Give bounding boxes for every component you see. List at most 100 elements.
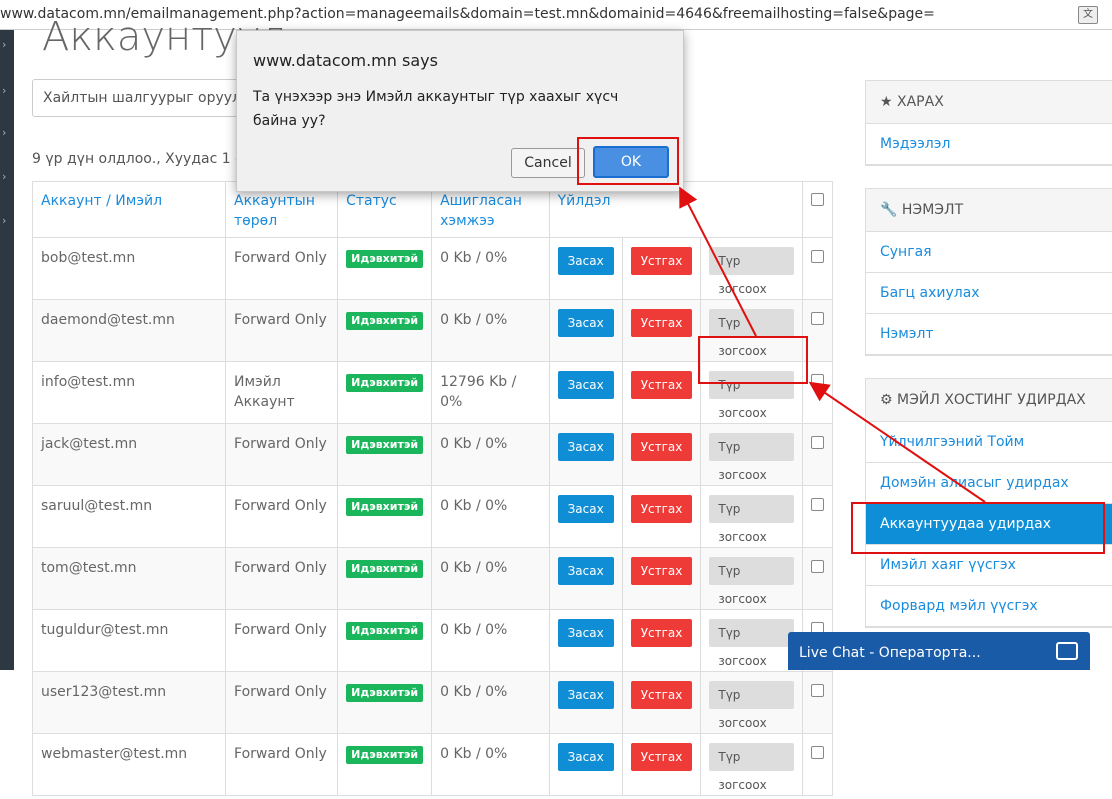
cancel-button[interactable]: Cancel [511, 148, 585, 178]
pause-button[interactable]: Түр зогсоох [709, 247, 794, 296]
sidebar-item-domain-alias[interactable]: Домэйн алиасыг удирдах [866, 463, 1112, 504]
email-cell: daemond@test.mn [31, 299, 227, 362]
email-cell: saruul@test.mn [31, 485, 227, 548]
row-checkbox[interactable] [810, 436, 824, 449]
sidebar-item-info[interactable]: Мэдээлэл [866, 124, 1112, 165]
email-cell: user123@test.mn [31, 671, 227, 734]
edit-button[interactable]: Засах [557, 433, 614, 461]
email-cell: tom@test.mn [31, 547, 227, 610]
live-chat-bar[interactable]: Live Chat - Оператортa... [788, 632, 1090, 670]
status-cell: Идэвхитэй [337, 547, 433, 610]
translate-icon[interactable]: 文 [1078, 6, 1098, 24]
status-badge: Идэвхитэй [346, 622, 424, 640]
star-icon: ★ [880, 94, 893, 110]
edit-button[interactable]: Засах [557, 309, 614, 337]
pause-button[interactable]: Түр зогсоох [709, 619, 794, 668]
live-chat-label: Live Chat - Оператортa... [799, 645, 981, 661]
left-nav-strip: › › › › › [0, 30, 14, 670]
chevron-right-icon[interactable]: › [2, 214, 6, 227]
status-cell: Идэвхитэй [337, 485, 433, 548]
status-cell: Идэвхитэй [337, 671, 433, 734]
pause-button[interactable]: Түр зогсоох [709, 557, 794, 606]
chevron-right-icon[interactable]: › [2, 126, 6, 139]
pause-button[interactable]: Түр зогсоох [709, 309, 794, 358]
delete-button[interactable]: Устгах [630, 309, 693, 337]
pause-button[interactable]: Түр зогсоох [709, 495, 794, 544]
status-cell: Идэвхитэй [337, 361, 433, 424]
delete-button[interactable]: Устгах [630, 681, 693, 709]
row-checkbox[interactable] [810, 374, 824, 387]
edit-button[interactable]: Засах [557, 557, 614, 585]
status-badge: Идэвхитэй [346, 250, 424, 268]
edit-button[interactable]: Засах [557, 247, 614, 275]
search-box[interactable] [32, 79, 273, 117]
edit-button[interactable]: Засах [557, 681, 614, 709]
edit-button[interactable]: Засах [557, 495, 614, 523]
usage-cell: 0 Kb / 0% [431, 733, 550, 796]
ok-button[interactable]: OK [593, 146, 669, 178]
delete-button[interactable]: Устгах [630, 371, 693, 399]
email-cell: webmaster@test.mn [31, 733, 227, 796]
col-account-header[interactable]: Аккаунт / Имэйл [31, 181, 227, 238]
usage-cell: 0 Kb / 0% [431, 609, 550, 672]
status-badge: Идэвхитэй [346, 374, 424, 392]
delete-button[interactable]: Устгах [630, 743, 693, 771]
confirm-dialog: www.datacom.mn says Та үнэхээр энэ Имэйл… [236, 30, 684, 192]
pause-button[interactable]: Түр зогсоох [709, 681, 794, 730]
type-cell: Forward Only [225, 609, 339, 672]
sidebar-item-upgrade[interactable]: Багц ахиулах [866, 273, 1112, 314]
status-cell: Идэвхитэй [337, 609, 433, 672]
usage-cell: 12796 Kb / 0% [431, 361, 550, 424]
row-checkbox[interactable] [810, 312, 824, 325]
sidebar-item-renew[interactable]: Сунгая [866, 232, 1112, 273]
accounts-table: Аккаунт / Имэйл Аккаунтын төрөл Статус А… [31, 181, 834, 796]
wrench-icon: 🔧 [880, 202, 898, 218]
sidebar-item-overview[interactable]: Үйлчилгээний Тойм [866, 422, 1112, 463]
row-checkbox[interactable] [810, 560, 824, 573]
table-row: user123@test.mn Forward Only Идэвхитэй 0… [31, 671, 834, 734]
usage-cell: 0 Kb / 0% [431, 423, 550, 486]
row-checkbox[interactable] [810, 498, 824, 511]
table-row: jack@test.mn Forward Only Идэвхитэй 0 Kb… [31, 423, 834, 486]
sidebar-item-create-email[interactable]: Имэйл хаяг үүсгэх [866, 545, 1112, 586]
type-cell: Forward Only [225, 733, 339, 796]
row-checkbox[interactable] [810, 746, 824, 759]
table-row: webmaster@test.mn Forward Only Идэвхитэй… [31, 733, 834, 796]
panel-header: 🔧 НЭМЭЛТ [866, 189, 1112, 232]
delete-button[interactable]: Устгах [630, 495, 693, 523]
status-badge: Идэвхитэй [346, 746, 424, 764]
pause-button[interactable]: Түр зогсоох [709, 743, 794, 792]
edit-button[interactable]: Засах [557, 743, 614, 771]
delete-button[interactable]: Устгах [630, 433, 693, 461]
usage-cell: 0 Kb / 0% [431, 547, 550, 610]
edit-button[interactable]: Засах [557, 371, 614, 399]
row-checkbox[interactable] [810, 684, 824, 697]
status-cell: Идэвхитэй [337, 733, 433, 796]
dialog-title: www.datacom.mn says [253, 51, 438, 70]
sidebar-item-create-forward[interactable]: Форвард мэйл үүсгэх [866, 586, 1112, 627]
type-cell: Forward Only [225, 299, 339, 362]
sidebar-item-addons[interactable]: Нэмэлт [866, 314, 1112, 355]
delete-button[interactable]: Устгах [630, 619, 693, 647]
chevron-right-icon[interactable]: › [2, 38, 6, 51]
delete-button[interactable]: Устгах [630, 557, 693, 585]
usage-cell: 0 Kb / 0% [431, 671, 550, 734]
status-badge: Идэвхитэй [346, 436, 424, 454]
email-cell: info@test.mn [31, 361, 227, 424]
delete-button[interactable]: Устгах [630, 247, 693, 275]
status-cell: Идэвхитэй [337, 237, 433, 300]
row-checkbox[interactable] [810, 250, 824, 263]
chevron-right-icon[interactable]: › [2, 84, 6, 97]
col-select-all[interactable] [801, 181, 834, 238]
status-cell: Идэвхитэй [337, 299, 433, 362]
panel-title: ХАРАХ [897, 94, 944, 110]
email-cell: jack@test.mn [31, 423, 227, 486]
pause-button[interactable]: Түр зогсоох [709, 433, 794, 482]
select-all-checkbox[interactable] [810, 193, 824, 206]
sidebar-item-manage-accounts[interactable]: Аккаунтуудаа удирдах [866, 504, 1112, 545]
pause-button[interactable]: Түр зогсоох [709, 371, 794, 420]
type-cell: Forward Only [225, 671, 339, 734]
chevron-right-icon[interactable]: › [2, 170, 6, 183]
sidebar-panel-view: ★ ХАРАХ Мэдээлэл [865, 80, 1112, 166]
edit-button[interactable]: Засах [557, 619, 614, 647]
